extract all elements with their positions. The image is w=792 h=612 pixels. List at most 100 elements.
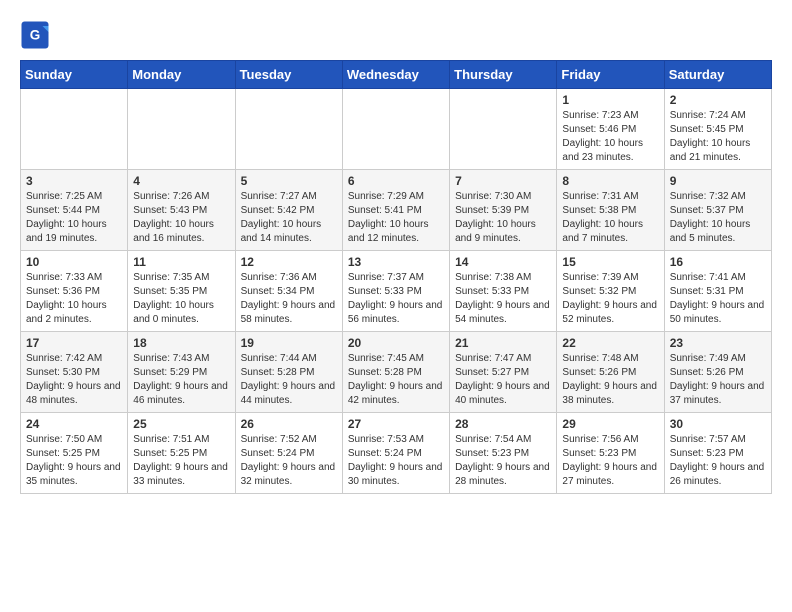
day-info: Sunrise: 7:50 AM Sunset: 5:25 PM Dayligh… xyxy=(26,433,122,489)
day-info: Sunrise: 7:43 AM Sunset: 5:29 PM Dayligh… xyxy=(133,352,229,408)
calendar-day-3: 3 Sunrise: 7:25 AM Sunset: 5:44 PM Daylig… xyxy=(21,170,128,251)
day-info: Sunrise: 7:31 AM Sunset: 5:38 PM Dayligh… xyxy=(562,190,658,246)
calendar-empty-cell xyxy=(128,89,235,170)
day-number: 20 xyxy=(348,336,444,350)
weekday-header-thursday: Thursday xyxy=(450,61,557,89)
day-number: 29 xyxy=(562,417,658,431)
day-number: 15 xyxy=(562,255,658,269)
calendar-day-18: 18Sunrise: 7:43 AM Sunset: 5:29 PM Dayli… xyxy=(128,332,235,413)
day-number: 17 xyxy=(26,336,122,350)
day-number: 25 xyxy=(133,417,229,431)
day-info: Sunrise: 7:52 AM Sunset: 5:24 PM Dayligh… xyxy=(241,433,337,489)
weekday-header-sunday: Sunday xyxy=(21,61,128,89)
day-number: 4 xyxy=(133,174,229,188)
day-info: Sunrise: 7:42 AM Sunset: 5:30 PM Dayligh… xyxy=(26,352,122,408)
calendar-day-28: 28 Sunrise: 7:54 AM Sunset: 5:23 PM Dayli… xyxy=(450,413,557,494)
calendar-day-8: 8 Sunrise: 7:31 AM Sunset: 5:38 PM Daylig… xyxy=(557,170,664,251)
day-info: Sunrise: 7:25 AM Sunset: 5:44 PM Dayligh… xyxy=(26,190,122,246)
day-info: Sunrise: 7:48 AM Sunset: 5:26 PM Dayligh… xyxy=(562,352,658,408)
calendar-day-21: 21 Sunrise: 7:47 AM Sunset: 5:27 PM Dayli… xyxy=(450,332,557,413)
day-number: 24 xyxy=(26,417,122,431)
calendar-day-16: 16Sunrise: 7:41 AM Sunset: 5:31 PM Dayli… xyxy=(664,251,771,332)
calendar-day-12: 12 Sunrise: 7:36 AM Sunset: 5:34 PM Dayli… xyxy=(235,251,342,332)
logo: G xyxy=(20,20,54,50)
weekday-header-monday: Monday xyxy=(128,61,235,89)
day-number: 21 xyxy=(455,336,551,350)
calendar-day-7: 7 Sunrise: 7:30 AM Sunset: 5:39 PM Daylig… xyxy=(450,170,557,251)
day-number: 6 xyxy=(348,174,444,188)
day-info: Sunrise: 7:26 AM Sunset: 5:43 PM Dayligh… xyxy=(133,190,229,246)
calendar-day-23: 23 Sunrise: 7:49 AM Sunset: 5:26 PM Dayli… xyxy=(664,332,771,413)
calendar-day-6: 6 Sunrise: 7:29 AM Sunset: 5:41 PM Daylig… xyxy=(342,170,449,251)
day-info: Sunrise: 7:30 AM Sunset: 5:39 PM Dayligh… xyxy=(455,190,551,246)
logo-icon: G xyxy=(20,20,50,50)
day-info: Sunrise: 7:39 AM Sunset: 5:32 PM Dayligh… xyxy=(562,271,658,327)
day-info: Sunrise: 7:47 AM Sunset: 5:27 PM Dayligh… xyxy=(455,352,551,408)
calendar-week-row: 3 Sunrise: 7:25 AM Sunset: 5:44 PM Daylig… xyxy=(21,170,772,251)
calendar-day-4: 4 Sunrise: 7:26 AM Sunset: 5:43 PM Daylig… xyxy=(128,170,235,251)
day-info: Sunrise: 7:23 AM Sunset: 5:46 PM Dayligh… xyxy=(562,109,658,165)
day-info: Sunrise: 7:29 AM Sunset: 5:41 PM Dayligh… xyxy=(348,190,444,246)
day-info: Sunrise: 7:53 AM Sunset: 5:24 PM Dayligh… xyxy=(348,433,444,489)
day-number: 5 xyxy=(241,174,337,188)
calendar-day-17: 17 Sunrise: 7:42 AM Sunset: 5:30 PM Dayli… xyxy=(21,332,128,413)
day-number: 3 xyxy=(26,174,122,188)
day-number: 26 xyxy=(241,417,337,431)
calendar-day-30: 30Sunrise: 7:57 AM Sunset: 5:23 PM Dayli… xyxy=(664,413,771,494)
calendar-table: SundayMondayTuesdayWednesdayThursdayFrid… xyxy=(20,60,772,494)
calendar-day-11: 11Sunrise: 7:35 AM Sunset: 5:35 PM Dayli… xyxy=(128,251,235,332)
day-info: Sunrise: 7:49 AM Sunset: 5:26 PM Dayligh… xyxy=(670,352,766,408)
calendar-week-row: 17 Sunrise: 7:42 AM Sunset: 5:30 PM Dayli… xyxy=(21,332,772,413)
day-number: 22 xyxy=(562,336,658,350)
calendar-empty-cell xyxy=(21,89,128,170)
day-number: 8 xyxy=(562,174,658,188)
day-number: 12 xyxy=(241,255,337,269)
calendar-day-1: 1 Sunrise: 7:23 AM Sunset: 5:46 PM Daylig… xyxy=(557,89,664,170)
day-number: 10 xyxy=(26,255,122,269)
svg-text:G: G xyxy=(30,28,41,43)
day-info: Sunrise: 7:32 AM Sunset: 5:37 PM Dayligh… xyxy=(670,190,766,246)
day-number: 28 xyxy=(455,417,551,431)
day-number: 23 xyxy=(670,336,766,350)
day-info: Sunrise: 7:44 AM Sunset: 5:28 PM Dayligh… xyxy=(241,352,337,408)
calendar-day-26: 26 Sunrise: 7:52 AM Sunset: 5:24 PM Dayli… xyxy=(235,413,342,494)
day-info: Sunrise: 7:38 AM Sunset: 5:33 PM Dayligh… xyxy=(455,271,551,327)
calendar-empty-cell xyxy=(342,89,449,170)
weekday-header-saturday: Saturday xyxy=(664,61,771,89)
day-info: Sunrise: 7:33 AM Sunset: 5:36 PM Dayligh… xyxy=(26,271,122,327)
calendar-day-13: 13Sunrise: 7:37 AM Sunset: 5:33 PM Dayli… xyxy=(342,251,449,332)
calendar-day-19: 19 Sunrise: 7:44 AM Sunset: 5:28 PM Dayli… xyxy=(235,332,342,413)
calendar-day-29: 29 Sunrise: 7:56 AM Sunset: 5:23 PM Dayli… xyxy=(557,413,664,494)
day-number: 19 xyxy=(241,336,337,350)
day-number: 1 xyxy=(562,93,658,107)
day-number: 16 xyxy=(670,255,766,269)
calendar-week-row: 24 Sunrise: 7:50 AM Sunset: 5:25 PM Dayli… xyxy=(21,413,772,494)
day-info: Sunrise: 7:45 AM Sunset: 5:28 PM Dayligh… xyxy=(348,352,444,408)
day-info: Sunrise: 7:57 AM Sunset: 5:23 PM Dayligh… xyxy=(670,433,766,489)
day-number: 9 xyxy=(670,174,766,188)
calendar-empty-cell xyxy=(235,89,342,170)
day-info: Sunrise: 7:27 AM Sunset: 5:42 PM Dayligh… xyxy=(241,190,337,246)
weekday-header-friday: Friday xyxy=(557,61,664,89)
day-number: 11 xyxy=(133,255,229,269)
calendar-day-27: 27Sunrise: 7:53 AM Sunset: 5:24 PM Dayli… xyxy=(342,413,449,494)
calendar-day-14: 14 Sunrise: 7:38 AM Sunset: 5:33 PM Dayli… xyxy=(450,251,557,332)
day-info: Sunrise: 7:36 AM Sunset: 5:34 PM Dayligh… xyxy=(241,271,337,327)
weekday-header-tuesday: Tuesday xyxy=(235,61,342,89)
calendar-header-row: SundayMondayTuesdayWednesdayThursdayFrid… xyxy=(21,61,772,89)
day-number: 13 xyxy=(348,255,444,269)
page-header: G xyxy=(20,20,772,50)
calendar-day-25: 25Sunrise: 7:51 AM Sunset: 5:25 PM Dayli… xyxy=(128,413,235,494)
calendar-day-22: 22 Sunrise: 7:48 AM Sunset: 5:26 PM Dayli… xyxy=(557,332,664,413)
calendar-week-row: 10 Sunrise: 7:33 AM Sunset: 5:36 PM Dayli… xyxy=(21,251,772,332)
day-info: Sunrise: 7:54 AM Sunset: 5:23 PM Dayligh… xyxy=(455,433,551,489)
weekday-header-wednesday: Wednesday xyxy=(342,61,449,89)
day-info: Sunrise: 7:24 AM Sunset: 5:45 PM Dayligh… xyxy=(670,109,766,165)
day-number: 7 xyxy=(455,174,551,188)
day-number: 14 xyxy=(455,255,551,269)
calendar-day-2: 2Sunrise: 7:24 AM Sunset: 5:45 PM Daylig… xyxy=(664,89,771,170)
calendar-empty-cell xyxy=(450,89,557,170)
day-info: Sunrise: 7:56 AM Sunset: 5:23 PM Dayligh… xyxy=(562,433,658,489)
calendar-day-10: 10 Sunrise: 7:33 AM Sunset: 5:36 PM Dayli… xyxy=(21,251,128,332)
calendar-day-5: 5 Sunrise: 7:27 AM Sunset: 5:42 PM Daylig… xyxy=(235,170,342,251)
